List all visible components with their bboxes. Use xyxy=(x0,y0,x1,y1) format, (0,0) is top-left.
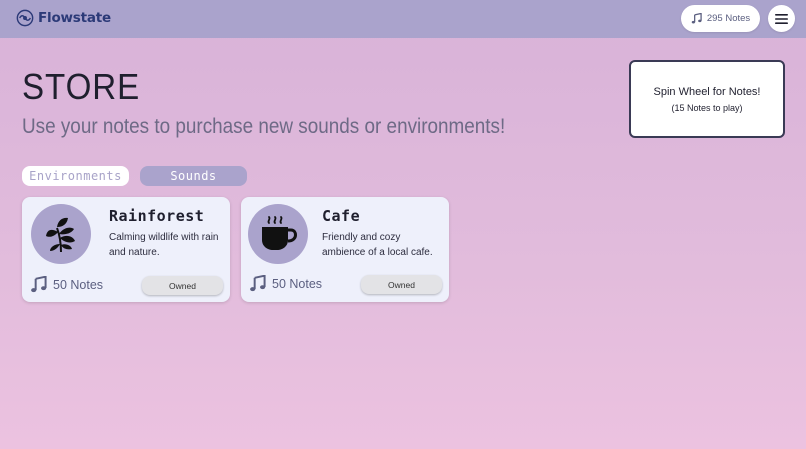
music-note-icon xyxy=(31,276,47,293)
item-image xyxy=(248,204,308,264)
owned-button[interactable]: Owned xyxy=(361,275,442,294)
spin-wheel-cost: (15 Notes to play) xyxy=(671,102,743,113)
coffee-cup-icon xyxy=(262,216,298,250)
item-name: Cafe xyxy=(322,207,361,225)
item-description: Calming wildlife with rain and nature. xyxy=(109,232,219,258)
notes-balance[interactable]: 295 Notes xyxy=(681,5,760,32)
top-bar: Flowstate 295 Notes xyxy=(0,0,806,38)
music-note-icon xyxy=(250,275,266,292)
item-price-label: 50 Notes xyxy=(272,276,323,291)
item-description: Friendly and cozy ambience of a local ca… xyxy=(322,232,433,258)
spin-wheel-card[interactable]: Spin Wheel for Notes! (15 Notes to play) xyxy=(629,60,785,138)
tab-environments[interactable]: Environments xyxy=(22,166,129,186)
item-name: Rainforest xyxy=(109,207,205,225)
menu-button[interactable] xyxy=(768,5,795,32)
store-item-card: Cafe Friendly and cozy ambience of a loc… xyxy=(241,197,449,302)
app-logo[interactable]: Flowstate xyxy=(16,9,111,27)
music-note-icon xyxy=(691,13,702,24)
tab-sounds[interactable]: Sounds xyxy=(140,166,247,186)
notes-count: 295 Notes xyxy=(706,13,751,24)
leaf-branch-icon xyxy=(46,217,75,253)
app-name: Flowstate xyxy=(38,10,112,26)
page-subtitle: Use your notes to purchase new sounds or… xyxy=(22,115,506,138)
spin-wheel-title: Spin Wheel for Notes! xyxy=(653,85,761,98)
item-price-label: 50 Notes xyxy=(53,277,104,292)
hamburger-menu-icon xyxy=(775,13,788,24)
page-title: STORE xyxy=(22,66,141,107)
item-image xyxy=(31,204,91,264)
item-price: 50 Notes xyxy=(30,276,103,293)
store-item-card: Rainforest Calming wildlife with rain an… xyxy=(22,197,230,302)
item-price: 50 Notes xyxy=(249,275,322,292)
flowstate-logo-icon xyxy=(16,9,34,27)
owned-button[interactable]: Owned xyxy=(142,276,223,295)
